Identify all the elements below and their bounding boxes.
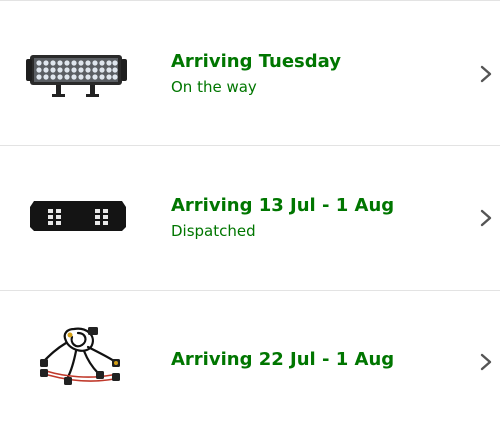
order-list: Arriving Tuesday On the way Arriving 13 … [0,0,500,431]
order-row-3[interactable]: Arriving 22 Jul - 1 Aug [0,291,500,431]
wiring-harness-image [26,321,130,391]
order-row-1[interactable]: Arriving Tuesday On the way [0,1,500,144]
order-text: Arriving 22 Jul - 1 Aug [171,349,394,371]
chevron-right-icon [479,209,493,227]
chevron-right-icon [479,353,493,371]
order-text: Arriving 13 Jul - 1 Aug Dispatched [171,195,394,241]
arrival-date: Arriving 22 Jul - 1 Aug [171,349,395,370]
licence-plate-bracket-image [26,181,130,251]
arrival-date: Arriving 13 Jul - 1 Aug [171,195,395,216]
shipment-status: On the way [171,78,257,96]
shipment-status: Dispatched [171,222,256,240]
chevron-right-icon [479,65,493,83]
led-light-bar-image [26,39,130,109]
order-row-2[interactable]: Arriving 13 Jul - 1 Aug Dispatched [0,146,500,289]
order-text: Arriving Tuesday On the way [171,51,341,97]
arrival-date: Arriving Tuesday [171,51,341,72]
